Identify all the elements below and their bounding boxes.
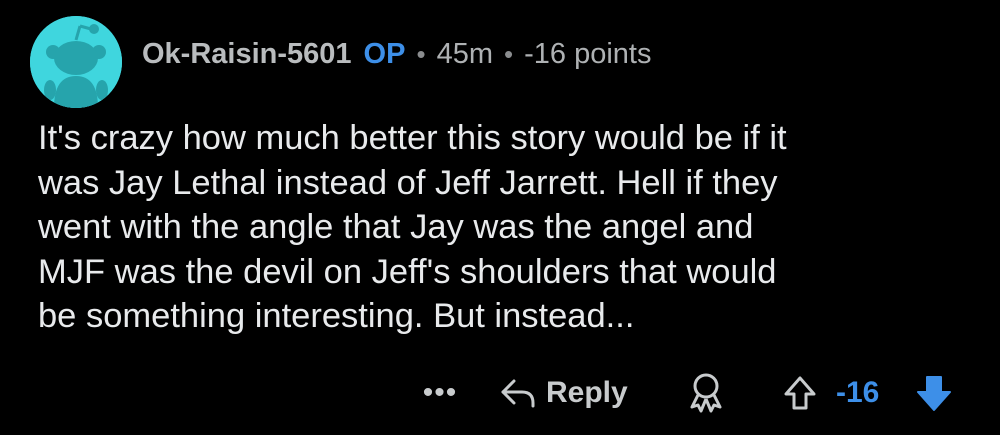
comment-body-line: MJF was the devil on Jeff's shoulders th… <box>38 252 777 291</box>
downvote-arrow-icon <box>917 376 951 411</box>
comment-body-line: was Jay Lethal instead of Jeff Jarrett. … <box>38 163 778 202</box>
comment-body-line: be something interesting. But instead... <box>38 297 635 335</box>
comment-time: 45m <box>436 37 493 70</box>
more-options-icon: ••• <box>422 376 458 409</box>
comment-actions: ••• Reply -16 <box>0 366 1000 420</box>
award-icon <box>690 373 722 413</box>
upvote-arrow-icon <box>784 376 816 410</box>
comment-body-line: went with the angle that Jay was the ang… <box>38 208 754 246</box>
reply-label: Reply <box>546 376 628 409</box>
downvote-button[interactable] <box>912 366 956 420</box>
comment-body: It's crazy how much better this story wo… <box>38 116 968 339</box>
comment-meta: Ok-Raisin-5601 OP • 45m • -16 points <box>142 34 651 74</box>
reply-arrow-icon <box>501 379 535 408</box>
reply-button[interactable]: Reply <box>498 366 628 420</box>
more-options-button[interactable]: ••• <box>418 366 462 420</box>
vote-score: -16 <box>836 376 880 409</box>
comment: Ok-Raisin-5601 OP • 45m • -16 points It'… <box>0 0 1000 435</box>
comment-points: -16 points <box>524 37 652 70</box>
meta-separator: • <box>416 38 426 69</box>
award-button[interactable] <box>684 366 728 420</box>
upvote-button[interactable] <box>780 366 820 420</box>
meta-separator: • <box>503 38 514 69</box>
user-avatar[interactable] <box>30 16 122 108</box>
comment-body-line: It's crazy how much better this story wo… <box>38 119 787 157</box>
snoo-avatar-icon <box>30 16 122 108</box>
username[interactable]: Ok-Raisin-5601 <box>142 38 352 71</box>
op-badge: OP <box>363 37 406 70</box>
